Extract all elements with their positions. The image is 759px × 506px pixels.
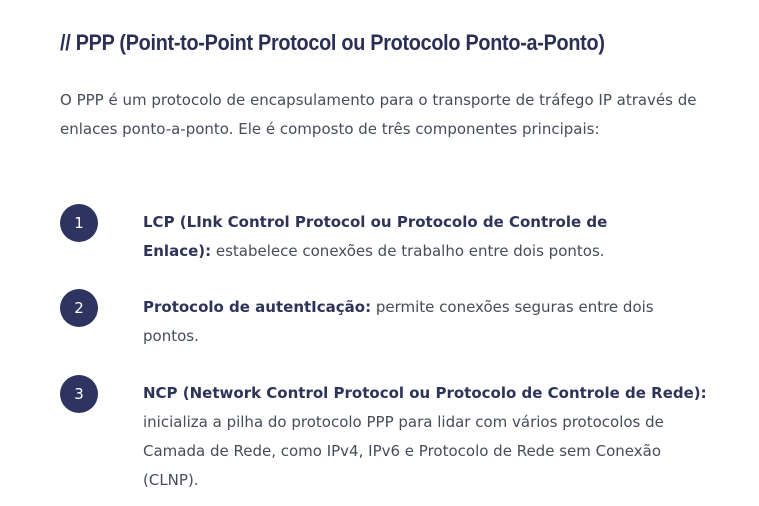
list-item-term: Protocolo de autentIcação:: [143, 298, 372, 316]
intro-paragraph: O PPP é um protocolo de encapsulamento p…: [60, 91, 697, 138]
list-item-description: inicializa a pilha do protocolo PPP para…: [143, 413, 664, 489]
article-section: // PPP (Point-to-Point Protocol ou Proto…: [0, 0, 759, 506]
list-item-term: NCP (Network Control Protocol ou Protoco…: [143, 384, 707, 402]
list-item-text: NCP (Network Control Protocol ou Protoco…: [143, 379, 713, 495]
number-badge: 3: [60, 375, 98, 413]
section-title: // PPP (Point-to-Point Protocol ou Proto…: [60, 30, 605, 55]
list-item-text: LCP (LInk Control Protocol ou Protocolo …: [143, 208, 613, 266]
number-badge: 1: [60, 204, 98, 242]
list-item-description: estabelece conexões de trabalho entre do…: [211, 242, 605, 260]
number-badge: 2: [60, 289, 98, 327]
list-item-text: Protocolo de autentIcação: permite conex…: [143, 293, 673, 351]
